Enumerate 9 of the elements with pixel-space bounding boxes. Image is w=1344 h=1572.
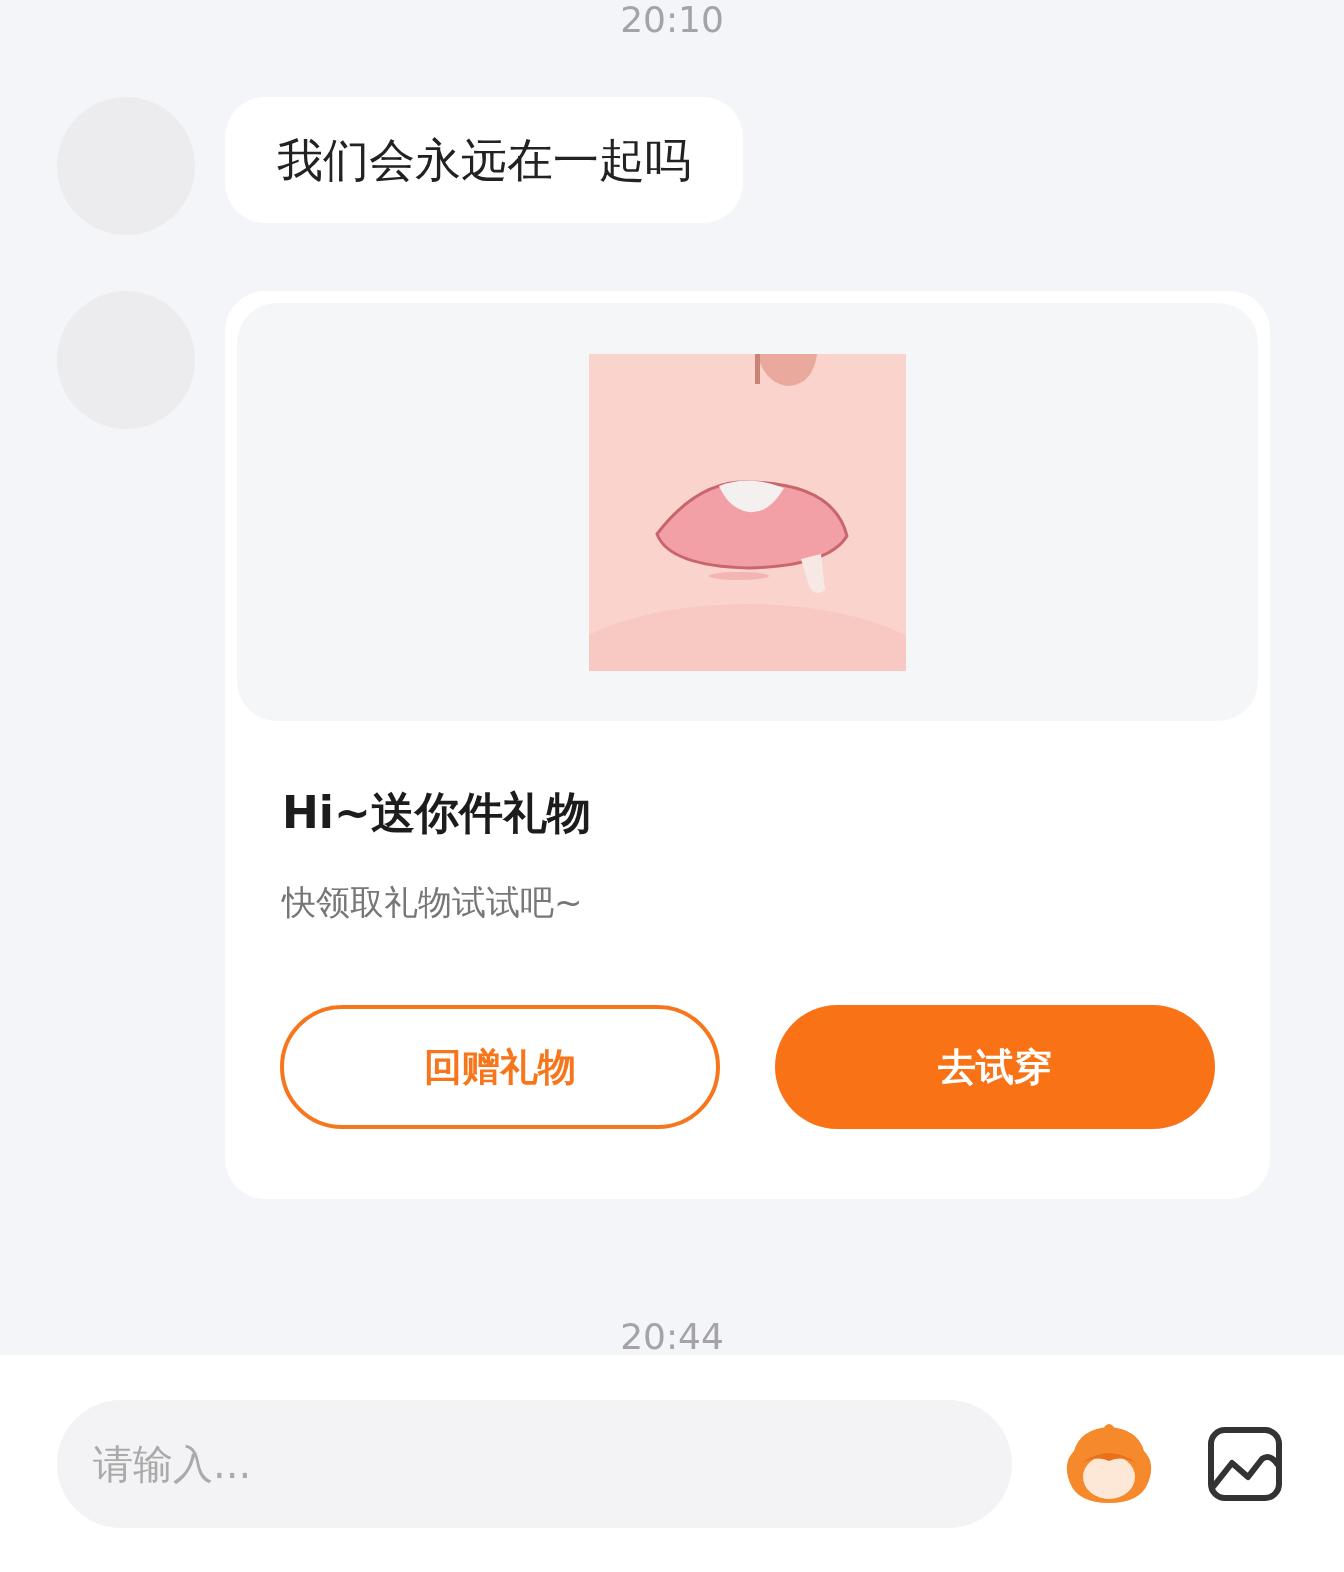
gift-button[interactable]: 去试穿 [775,1005,1215,1129]
gift-title: Hi~送你件礼物 [282,786,592,840]
timestamp: 20:10 [619,0,725,40]
image-icon[interactable] [1208,1426,1282,1501]
gift-button[interactable]: 回赠礼物 [280,1005,720,1129]
timestamp: 20:44 [619,1317,725,1357]
message-input[interactable]: 请输入... [57,1399,1012,1528]
gift-subtitle: 快领取礼物试试吧~ [282,881,584,924]
message-bubble: 我们会永远在一起吗 [225,97,743,223]
